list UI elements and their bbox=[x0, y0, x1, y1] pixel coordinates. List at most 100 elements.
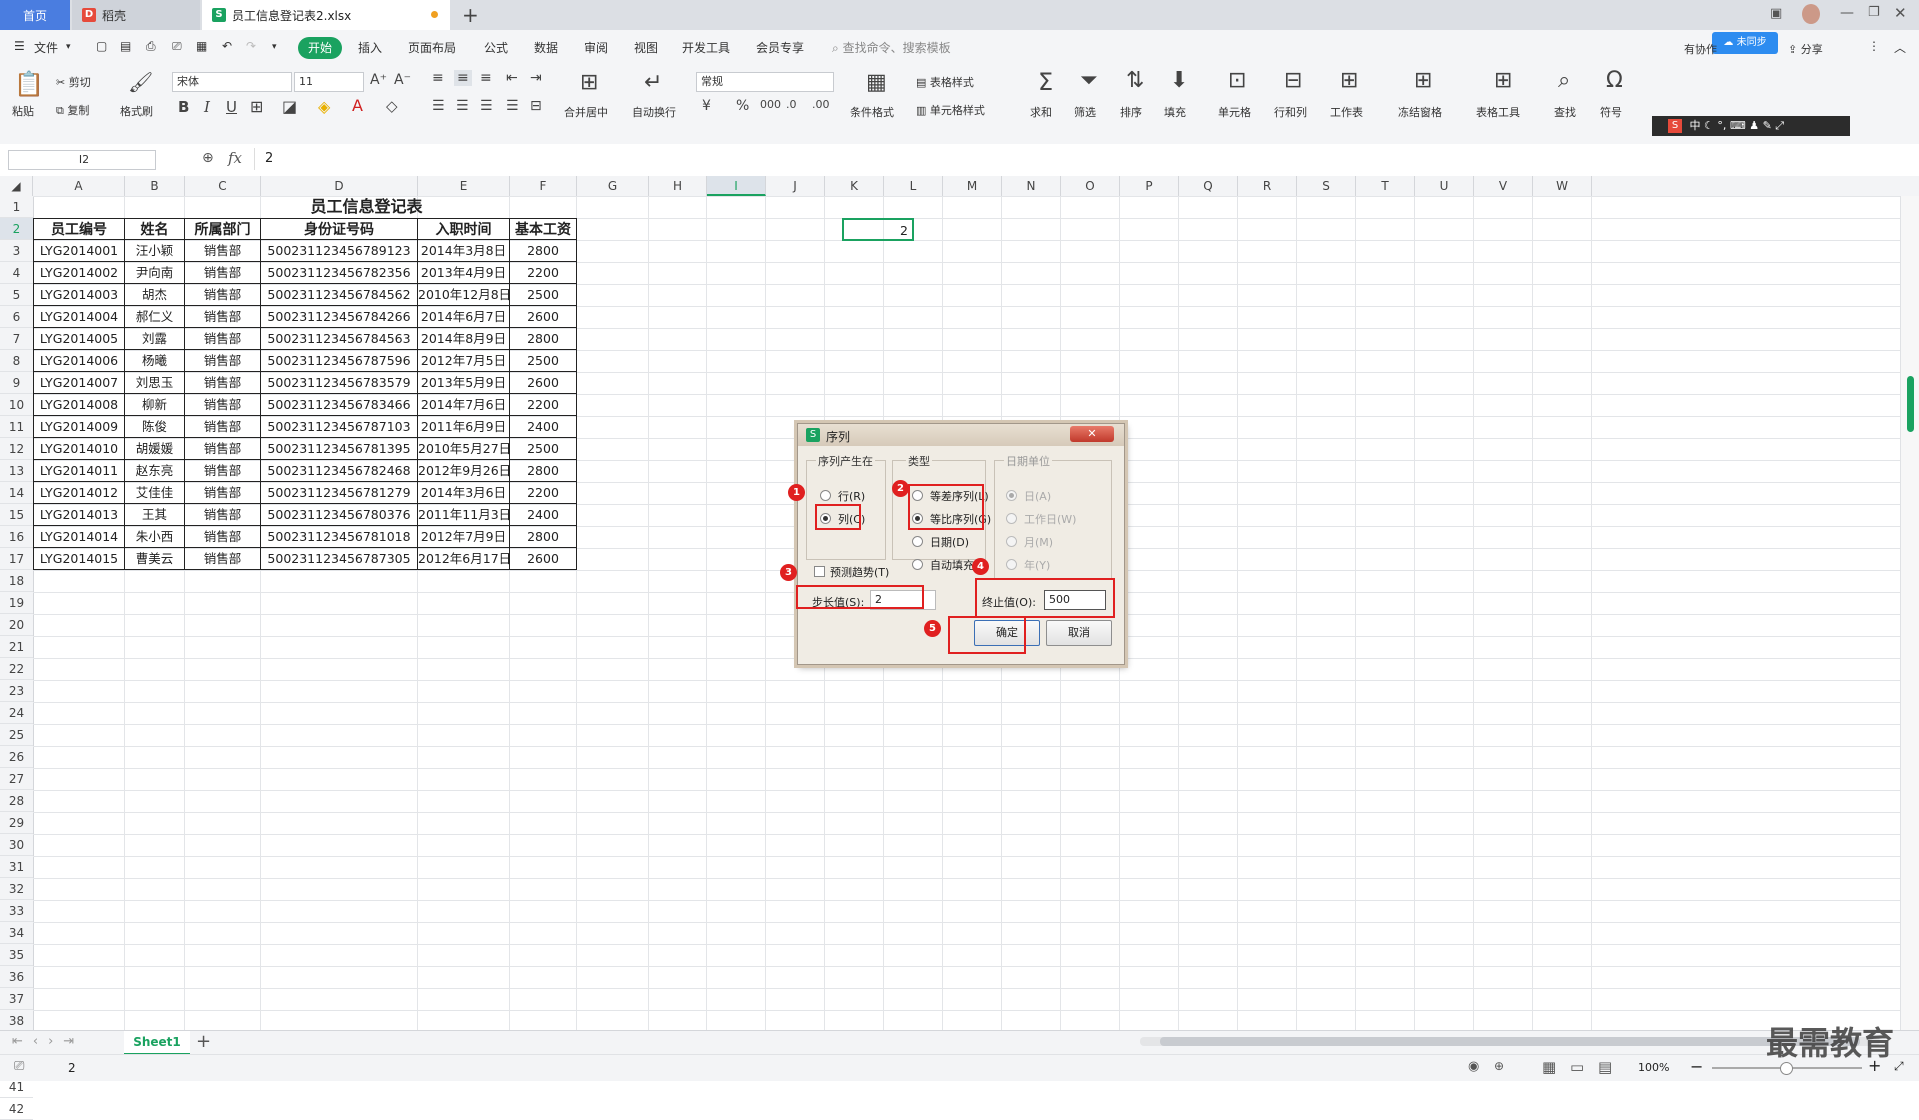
row-header-7[interactable]: 7 bbox=[0, 328, 33, 350]
italic-icon[interactable]: I bbox=[204, 98, 210, 116]
sort-icon[interactable]: ⇅ bbox=[1126, 68, 1144, 93]
table-cell[interactable]: 销售部 bbox=[185, 438, 261, 460]
table-style-button[interactable]: ▤ 表格样式 bbox=[916, 74, 974, 90]
row-header-8[interactable]: 8 bbox=[0, 350, 33, 372]
table-cell[interactable]: 2800 bbox=[510, 460, 577, 482]
label-month[interactable]: 月(M) bbox=[1024, 534, 1053, 550]
table-cell[interactable]: LYG2014009 bbox=[33, 416, 125, 438]
table-cell[interactable]: 2010年5月27日 bbox=[418, 438, 510, 460]
table-header-cell[interactable]: 姓名 bbox=[125, 218, 185, 240]
table-cell[interactable]: 尹向南 bbox=[125, 262, 185, 284]
table-cell[interactable]: 2500 bbox=[510, 284, 577, 306]
radio-autofill[interactable] bbox=[912, 559, 923, 570]
copy-button[interactable]: ⧉ 复制 bbox=[56, 102, 89, 118]
row-header-36[interactable]: 36 bbox=[0, 966, 33, 988]
table-header-cell[interactable]: 所属部门 bbox=[185, 218, 261, 240]
number-format-select[interactable]: 常规 bbox=[696, 72, 834, 92]
merge-center-button[interactable]: 合并居中 bbox=[564, 104, 608, 120]
label-date[interactable]: 日期(D) bbox=[930, 534, 969, 550]
table-header-cell[interactable]: 员工编号 bbox=[33, 218, 125, 240]
table-header-cell[interactable]: 身份证号码 bbox=[261, 218, 418, 240]
row-header-35[interactable]: 35 bbox=[0, 944, 33, 966]
cell-style-button[interactable]: ▥ 单元格样式 bbox=[916, 102, 985, 118]
sheet-tab-sheet1[interactable]: Sheet1 bbox=[124, 1031, 190, 1055]
column-header-c[interactable]: C bbox=[185, 176, 261, 196]
label-trend[interactable]: 预测趋势(T) bbox=[830, 564, 889, 580]
row-header-18[interactable]: 18 bbox=[0, 570, 33, 592]
table-cell[interactable]: 2014年8月9日 bbox=[418, 328, 510, 350]
radio-weekday[interactable] bbox=[1006, 513, 1017, 524]
table-cell[interactable]: 销售部 bbox=[185, 394, 261, 416]
table-cell[interactable]: 500231123456782356 bbox=[261, 262, 418, 284]
column-header-v[interactable]: V bbox=[1474, 176, 1533, 196]
table-cell[interactable]: 2012年6月17日 bbox=[418, 548, 510, 570]
cell-i2-selected[interactable]: 2 bbox=[842, 218, 914, 241]
menu-file[interactable]: 文件 bbox=[34, 39, 58, 56]
align-top-icon[interactable]: ≡ bbox=[432, 70, 444, 86]
table-cell[interactable]: 2400 bbox=[510, 504, 577, 526]
table-cell[interactable]: 销售部 bbox=[185, 460, 261, 482]
label-weekday[interactable]: 工作日(W) bbox=[1024, 511, 1076, 527]
table-cell[interactable]: LYG2014012 bbox=[33, 482, 125, 504]
table-cell[interactable]: LYG2014001 bbox=[33, 240, 125, 262]
underline-icon[interactable]: U bbox=[226, 98, 237, 116]
menu-data[interactable]: 数据 bbox=[534, 39, 558, 56]
tab-daoke[interactable]: D 稻壳 bbox=[72, 0, 200, 30]
freeze-panes-button[interactable]: 冻结窗格 bbox=[1398, 104, 1442, 120]
column-header-q[interactable]: Q bbox=[1179, 176, 1238, 196]
table-cell[interactable]: LYG2014014 bbox=[33, 526, 125, 548]
table-cell[interactable]: 销售部 bbox=[185, 284, 261, 306]
row-header-10[interactable]: 10 bbox=[0, 394, 33, 416]
save-icon[interactable]: ⎙ bbox=[146, 39, 156, 54]
column-header-t[interactable]: T bbox=[1356, 176, 1415, 196]
sheet-nav-arrows-icon[interactable]: ⇤‹›⇥ bbox=[12, 1034, 84, 1049]
indent-increase-icon[interactable]: ⇥ bbox=[530, 70, 542, 86]
currency-icon[interactable]: ¥ bbox=[702, 98, 711, 114]
table-cell[interactable]: 2013年4月9日 bbox=[418, 262, 510, 284]
row-header-29[interactable]: 29 bbox=[0, 812, 33, 834]
share-button[interactable]: ⇪ 分享 bbox=[1788, 41, 1823, 57]
column-header-n[interactable]: N bbox=[1002, 176, 1061, 196]
cells-icon[interactable]: ⊡ bbox=[1228, 68, 1246, 93]
table-cell[interactable]: 柳新 bbox=[125, 394, 185, 416]
table-cell[interactable]: LYG2014003 bbox=[33, 284, 125, 306]
table-cell[interactable]: 2014年3月8日 bbox=[418, 240, 510, 262]
menu-view[interactable]: 视图 bbox=[634, 39, 658, 56]
table-cell[interactable]: LYG2014008 bbox=[33, 394, 125, 416]
sheet-title[interactable]: 员工信息登记表 bbox=[33, 196, 700, 218]
table-cell[interactable]: 2013年5月9日 bbox=[418, 372, 510, 394]
cancel-button[interactable]: 取消 bbox=[1046, 620, 1112, 646]
column-header-m[interactable]: M bbox=[943, 176, 1002, 196]
fill-color-icon[interactable]: ◈ bbox=[318, 97, 330, 116]
fill-icon[interactable]: ⬇ bbox=[1170, 68, 1188, 93]
column-header-k[interactable]: K bbox=[825, 176, 884, 196]
table-cell[interactable]: 500231123456781279 bbox=[261, 482, 418, 504]
table-cell[interactable]: 2600 bbox=[510, 306, 577, 328]
find-button[interactable]: 查找 bbox=[1554, 104, 1576, 120]
table-cell[interactable]: 500231123456783579 bbox=[261, 372, 418, 394]
freeze-panes-icon[interactable]: ⊞ bbox=[1414, 68, 1432, 93]
row-header-6[interactable]: 6 bbox=[0, 306, 33, 328]
menu-member[interactable]: 会员专享 bbox=[756, 39, 804, 56]
macro-icon[interactable]: ⎚ bbox=[14, 1059, 24, 1074]
tab-home[interactable]: 首页 bbox=[0, 0, 70, 30]
row-header-12[interactable]: 12 bbox=[0, 438, 33, 460]
column-header-g[interactable]: G bbox=[577, 176, 649, 196]
indent-decrease-icon[interactable]: ⇤ bbox=[506, 70, 518, 86]
menu-page-layout[interactable]: 页面布局 bbox=[408, 39, 456, 56]
radio-year[interactable] bbox=[1006, 559, 1017, 570]
table-cell[interactable]: 500231123456784266 bbox=[261, 306, 418, 328]
table-cell[interactable]: LYG2014011 bbox=[33, 460, 125, 482]
table-cell[interactable]: 刘露 bbox=[125, 328, 185, 350]
table-cell[interactable]: 刘思玉 bbox=[125, 372, 185, 394]
table-cell[interactable]: 500231123456783466 bbox=[261, 394, 418, 416]
name-box[interactable]: I2 bbox=[8, 150, 156, 170]
table-cell[interactable]: 2014年7月6日 bbox=[418, 394, 510, 416]
table-cell[interactable]: 2010年12月8日 bbox=[418, 284, 510, 306]
row-header-1[interactable]: 1 bbox=[0, 196, 33, 218]
table-cell[interactable]: 500231123456781018 bbox=[261, 526, 418, 548]
merge-center-icon[interactable]: ⊞ bbox=[580, 70, 598, 95]
sum-icon[interactable]: Σ bbox=[1038, 68, 1053, 96]
row-header-34[interactable]: 34 bbox=[0, 922, 33, 944]
menu-start[interactable]: 开始 bbox=[298, 37, 342, 59]
